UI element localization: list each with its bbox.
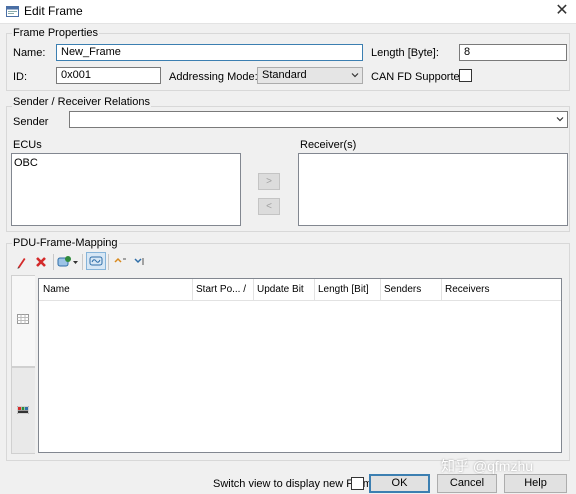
column-header-senders[interactable]: Senders <box>381 279 442 301</box>
canfd-checkbox[interactable] <box>459 69 472 82</box>
table-view-icon <box>17 314 29 324</box>
side-tab-layout[interactable] <box>11 367 35 454</box>
table-header: Name Start Po... / Update Bit Length [Bi… <box>39 279 561 301</box>
sender-label: Sender <box>13 116 49 128</box>
column-header-length-bit[interactable]: Length [Bit] <box>315 279 381 301</box>
cancel-button[interactable]: Cancel <box>437 474 497 493</box>
window-title: Edit Frame <box>24 4 83 18</box>
list-item[interactable]: OBC <box>12 154 240 172</box>
canfd-label: CAN FD Supported: <box>371 71 469 83</box>
add-pdu-dropdown-button[interactable] <box>56 253 80 271</box>
ecus-list[interactable]: OBC <box>11 153 241 226</box>
column-header-name[interactable]: Name <box>40 279 193 301</box>
chevron-down-icon <box>351 73 359 78</box>
close-button[interactable]: ✕ <box>553 2 571 20</box>
remove-receiver-button[interactable]: < <box>258 198 280 215</box>
toolbar-separator <box>82 254 83 270</box>
window-icon <box>6 6 19 17</box>
layout-view-icon <box>17 406 29 414</box>
id-input[interactable]: 0x001 <box>56 67 161 84</box>
receivers-list[interactable] <box>298 153 568 226</box>
pencil-icon <box>17 258 26 269</box>
mapping-label: PDU-Frame-Mapping <box>12 237 119 249</box>
move-down-icon <box>134 258 144 265</box>
id-label: ID: <box>13 71 28 83</box>
move-up-button[interactable] <box>110 253 130 271</box>
name-label: Name: <box>13 47 46 59</box>
column-header-start-position[interactable]: Start Po... / <box>193 279 254 301</box>
signal-view-icon <box>89 256 103 266</box>
switch-view-checkbox[interactable] <box>351 477 364 490</box>
add-receiver-button[interactable]: > <box>258 173 280 190</box>
move-up-icon <box>114 257 126 263</box>
delete-x-icon <box>36 257 46 267</box>
pdu-mapping-table[interactable]: Name Start Po... / Update Bit Length [Bi… <box>38 278 562 453</box>
length-input[interactable]: 8 <box>459 44 567 61</box>
sender-select[interactable] <box>69 111 568 128</box>
title-bar: Edit Frame ✕ <box>0 0 576 24</box>
frame-properties-label: Frame Properties <box>12 27 99 39</box>
receivers-label: Receiver(s) <box>300 139 357 151</box>
addressing-mode-select[interactable]: Standard <box>257 67 363 84</box>
add-pdu-icon <box>57 256 78 267</box>
addressing-mode-label: Addressing Mode: <box>169 71 258 83</box>
column-header-receivers[interactable]: Receivers <box>442 279 560 301</box>
delete-button[interactable] <box>31 253 51 271</box>
watermark: 知乎 @qfmzhu <box>441 458 534 474</box>
edit-button[interactable] <box>11 253 31 271</box>
name-input[interactable]: New_Frame <box>56 44 363 61</box>
toolbar-separator <box>53 254 54 270</box>
relations-label: Sender / Receiver Relations <box>12 96 151 108</box>
ecus-label: ECUs <box>13 139 42 151</box>
addressing-mode-value: Standard <box>262 69 307 81</box>
side-tab-table[interactable] <box>11 275 35 367</box>
help-button[interactable]: Help <box>504 474 567 493</box>
move-down-button[interactable] <box>130 253 150 271</box>
chevron-down-icon <box>556 117 564 122</box>
length-label: Length [Byte]: <box>371 47 439 59</box>
toolbar-separator <box>108 254 109 270</box>
ok-button[interactable]: OK <box>369 474 430 493</box>
view-toggle-button[interactable] <box>86 252 106 270</box>
column-header-update-bit[interactable]: Update Bit <box>254 279 315 301</box>
